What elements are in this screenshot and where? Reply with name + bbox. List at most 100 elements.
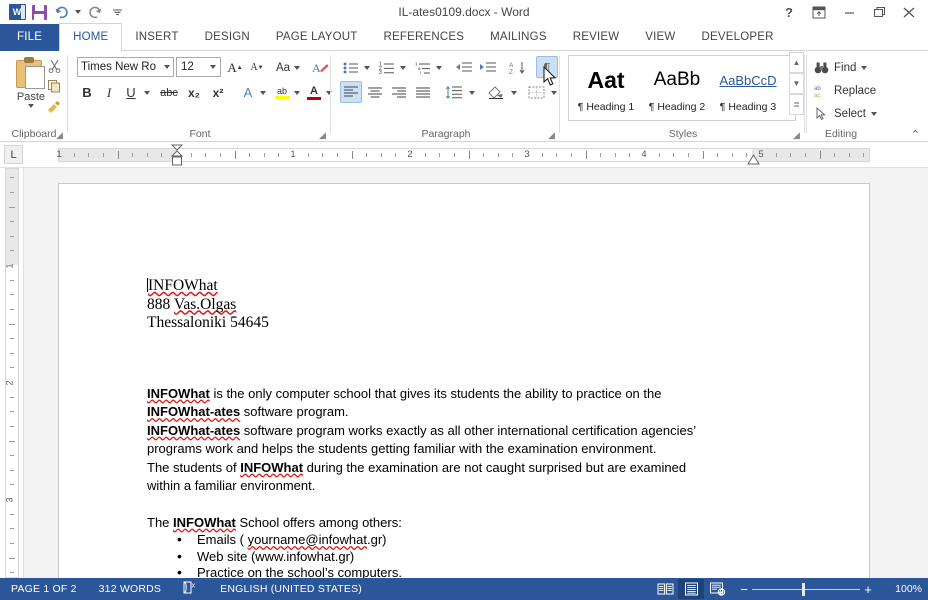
zoom-track[interactable]: [752, 582, 860, 596]
font-size-dropdown-icon[interactable]: [210, 65, 216, 69]
proofing-errors-icon[interactable]: x: [172, 581, 209, 597]
change-case-button[interactable]: Aa: [273, 57, 303, 78]
underline-dropdown-icon[interactable]: [141, 82, 153, 103]
select-button[interactable]: Select: [814, 103, 877, 125]
clipboard-dialog-launcher[interactable]: ◢: [56, 130, 65, 140]
copy-icon[interactable]: [44, 76, 64, 96]
bullets-dropdown-icon[interactable]: [361, 57, 373, 78]
styles-more-button[interactable]: ≣: [789, 94, 804, 115]
collapse-ribbon-button[interactable]: ⌃: [911, 128, 920, 141]
ribbon-tab-design[interactable]: DESIGN: [192, 24, 263, 51]
minimize-button[interactable]: [834, 0, 864, 24]
increase-indent-icon[interactable]: [476, 57, 500, 78]
ribbon-tab-mailings[interactable]: MAILINGS: [477, 24, 560, 51]
style-item-heading-1[interactable]: Aat ¶ Heading 1: [571, 56, 641, 120]
decrease-indent-icon[interactable]: [452, 57, 476, 78]
format-painter-icon[interactable]: [44, 97, 64, 117]
clear-formatting-icon[interactable]: A: [309, 57, 331, 78]
restore-button[interactable]: [864, 0, 894, 24]
document-content[interactable]: INFOWhat 888 Vas.Olgas Thessaloniki 5464…: [147, 277, 807, 578]
ruler-tick: [10, 177, 14, 179]
find-button[interactable]: Find: [814, 57, 868, 79]
body-line: INFOWhat is the only computer school tha…: [147, 385, 807, 404]
font-name-dropdown-icon[interactable]: [164, 65, 170, 69]
bold-button[interactable]: B: [77, 82, 97, 103]
numbering-icon[interactable]: 123: [376, 57, 398, 78]
print-layout-view-button[interactable]: [678, 579, 704, 599]
ruler-tick: [10, 308, 14, 310]
ribbon-display-options-button[interactable]: [804, 0, 834, 24]
document-canvas[interactable]: INFOWhat 888 Vas.Olgas Thessaloniki 5464…: [24, 168, 928, 578]
font-name-input[interactable]: Times New Ro: [77, 57, 174, 77]
shading-icon[interactable]: [484, 82, 508, 103]
ruler-tick: [863, 153, 865, 157]
zoom-in-button[interactable]: +: [860, 582, 876, 597]
ribbon-tab-page-layout[interactable]: PAGE LAYOUT: [263, 24, 371, 51]
superscript-button[interactable]: x²: [207, 82, 229, 103]
zoom-slider[interactable]: − +: [736, 582, 876, 597]
first-line-indent-marker[interactable]: [170, 144, 184, 171]
close-button[interactable]: [894, 0, 924, 24]
ribbon-tab-developer[interactable]: DEVELOPER: [688, 24, 786, 51]
document-page[interactable]: INFOWhat 888 Vas.Olgas Thessaloniki 5464…: [58, 183, 870, 578]
style-item-heading-3[interactable]: AaBbCcD ¶ Heading 3: [713, 56, 783, 120]
help-button[interactable]: ?: [774, 0, 804, 24]
find-dropdown-icon[interactable]: [861, 66, 868, 70]
line-spacing-icon[interactable]: [442, 82, 466, 103]
text-highlight-color-icon[interactable]: ab: [271, 82, 293, 103]
font-size-input[interactable]: 12: [176, 57, 221, 77]
ribbon-tab-references[interactable]: REFERENCES: [371, 24, 478, 51]
strikethrough-button[interactable]: abc: [157, 82, 181, 103]
grow-font-button[interactable]: A ▲: [225, 57, 245, 78]
page-indicator[interactable]: PAGE 1 OF 2: [0, 583, 88, 595]
ribbon-tab-review[interactable]: REVIEW: [560, 24, 633, 51]
text-effects-icon[interactable]: A: [237, 82, 259, 103]
bullets-icon[interactable]: [340, 57, 362, 78]
replace-button[interactable]: ab ac Replace: [814, 80, 876, 102]
ribbon-tab-home[interactable]: HOME: [59, 23, 123, 51]
line-spacing-dropdown-icon[interactable]: [466, 82, 478, 103]
ribbon-tab-insert[interactable]: INSERT: [122, 24, 191, 51]
zoom-out-button[interactable]: −: [736, 582, 752, 597]
font-color-icon[interactable]: A: [303, 82, 325, 103]
web-layout-view-button[interactable]: [704, 579, 730, 599]
justify-button[interactable]: [412, 82, 434, 103]
sort-icon[interactable]: AZ: [506, 57, 530, 78]
show-formatting-marks-button[interactable]: ¶: [536, 56, 558, 78]
ribbon-tab-view[interactable]: VIEW: [632, 24, 688, 51]
styles-scroll-down-button[interactable]: ▼: [789, 73, 804, 94]
language-indicator[interactable]: ENGLISH (UNITED STATES): [209, 583, 373, 595]
zoom-level-label[interactable]: 100%: [888, 583, 922, 595]
font-dialog-launcher[interactable]: ◢: [319, 130, 328, 140]
align-right-button[interactable]: [388, 82, 410, 103]
text-effects-dropdown-icon[interactable]: [257, 82, 269, 103]
styles-scroll-up-button[interactable]: ▲: [789, 52, 804, 73]
vertical-ruler-bar[interactable]: 1 2 3: [5, 168, 19, 578]
font-color-label: A: [310, 84, 318, 97]
align-center-button[interactable]: [364, 82, 386, 103]
shrink-font-button[interactable]: A ▼: [247, 57, 267, 78]
read-mode-view-button[interactable]: [652, 579, 678, 599]
subscript-button[interactable]: x₂: [183, 82, 205, 103]
cut-icon[interactable]: [44, 55, 64, 75]
italic-button[interactable]: I: [99, 82, 119, 103]
multilevel-list-dropdown-icon[interactable]: [433, 57, 445, 78]
align-left-button[interactable]: [340, 81, 362, 103]
borders-icon[interactable]: [524, 82, 548, 103]
zoom-thumb[interactable]: [802, 582, 805, 596]
shading-dropdown-icon[interactable]: [508, 82, 520, 103]
underline-button[interactable]: U: [121, 82, 141, 103]
select-dropdown-icon[interactable]: [870, 112, 877, 116]
tab-selector-button[interactable]: L: [4, 145, 23, 164]
text-highlight-dropdown-icon[interactable]: [291, 82, 303, 103]
word-count[interactable]: 312 WORDS: [88, 583, 172, 595]
style-item-heading-2[interactable]: AaBb ¶ Heading 2: [642, 56, 712, 120]
numbering-dropdown-icon[interactable]: [397, 57, 409, 78]
paste-dropdown-icon[interactable]: [28, 104, 34, 110]
multilevel-list-icon[interactable]: 1ai: [412, 57, 434, 78]
styles-dialog-launcher[interactable]: ◢: [793, 130, 802, 140]
paragraph-dialog-launcher[interactable]: ◢: [548, 130, 557, 140]
ribbon-tab-file[interactable]: FILE: [0, 24, 60, 51]
vertical-ruler[interactable]: 1 2 3: [0, 168, 24, 578]
horizontal-ruler[interactable]: L 112345: [0, 142, 928, 168]
